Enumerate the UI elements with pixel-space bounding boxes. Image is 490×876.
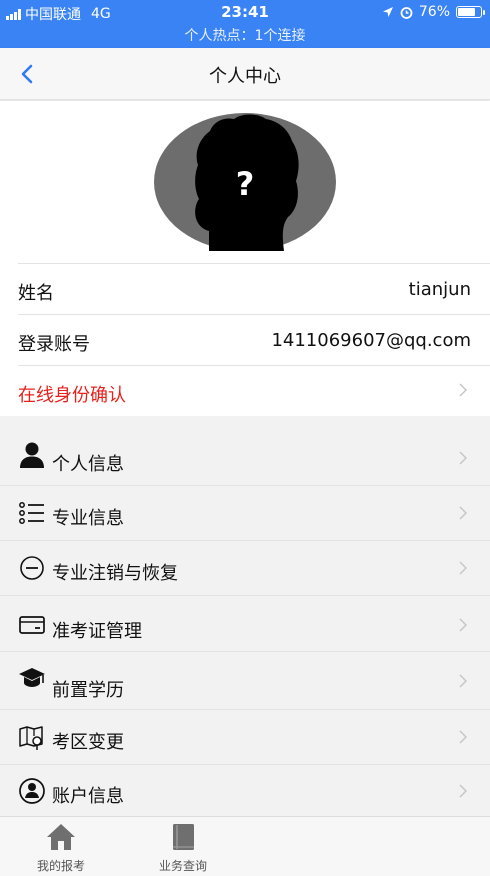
name-row: 姓名 tianjun	[18, 263, 490, 314]
book-icon	[173, 824, 194, 850]
chevron-right-icon	[459, 784, 467, 798]
status-bar: 中国联通 4G 23:41 76% 个人热点：1个连接	[0, 0, 490, 48]
account-label: 登录账号	[18, 334, 90, 355]
tab-my-registration[interactable]: 我的报考	[16, 817, 106, 876]
alarm-icon	[400, 6, 413, 19]
chevron-right-icon	[459, 451, 467, 465]
chevron-right-icon	[459, 730, 467, 744]
chevron-right-icon	[459, 561, 467, 575]
avatar-placeholder-symbol: ?	[236, 165, 255, 203]
map-icon	[19, 726, 43, 750]
menu-item-label: 专业注销与恢复	[52, 563, 178, 584]
profile-section: ? 姓名 tianjun 登录账号 1411069607@qq.com 在线身份…	[0, 101, 490, 416]
menu-item-label: 考区变更	[52, 732, 124, 753]
chevron-right-icon	[459, 618, 467, 632]
tab-label: 我的报考	[36, 859, 85, 873]
tab-label: 业务查询	[158, 859, 207, 873]
tab-business-query[interactable]: 业务查询	[138, 817, 228, 876]
battery-icon	[456, 6, 485, 18]
chevron-right-icon	[459, 674, 467, 688]
nav-bar: 个人中心	[0, 48, 490, 100]
card-icon	[19, 616, 45, 634]
menu-item-personal-info[interactable]: 个人信息	[0, 428, 490, 486]
menu-item-major-info[interactable]: 专业信息	[0, 486, 490, 541]
menu-item-label: 个人信息	[52, 454, 124, 475]
chevron-right-icon	[459, 383, 467, 397]
menu-item-label: 准考证管理	[52, 621, 142, 642]
menu-item-label: 账户信息	[52, 786, 124, 807]
menu-item-account-info[interactable]: 账户信息	[0, 765, 490, 817]
account-value: 1411069607@qq.com	[271, 330, 471, 351]
account-row: 登录账号 1411069607@qq.com	[18, 314, 490, 365]
chevron-right-icon	[459, 506, 467, 520]
menu-item-label: 前置学历	[52, 680, 124, 701]
name-value: tianjun	[408, 279, 471, 300]
name-label: 姓名	[18, 283, 54, 304]
tab-bar: 我的报考 业务查询	[0, 816, 490, 876]
battery-percent: 76%	[418, 4, 450, 20]
status-right: 76%	[382, 4, 485, 20]
menu-item-admission-ticket[interactable]: 准考证管理	[0, 596, 490, 652]
account-circle-icon	[19, 778, 45, 804]
avatar[interactable]: ?	[154, 113, 336, 251]
identity-verify-row[interactable]: 在线身份确认	[18, 365, 490, 416]
home-icon	[47, 824, 75, 850]
menu-item-label: 专业信息	[52, 508, 124, 529]
hotspot-banner[interactable]: 个人热点：1个连接	[0, 25, 490, 45]
page-title: 个人中心	[209, 66, 281, 87]
minus-circle-icon	[20, 556, 44, 580]
list-icon	[19, 502, 44, 524]
identity-verify-label: 在线身份确认	[18, 385, 126, 406]
menu-item-major-cancel-restore[interactable]: 专业注销与恢复	[0, 541, 490, 596]
menu-item-exam-area-change[interactable]: 考区变更	[0, 710, 490, 765]
location-arrow-icon	[382, 7, 393, 17]
graduation-cap-icon	[19, 668, 45, 687]
menu-item-prior-education[interactable]: 前置学历	[0, 652, 490, 710]
person-icon	[20, 442, 44, 468]
